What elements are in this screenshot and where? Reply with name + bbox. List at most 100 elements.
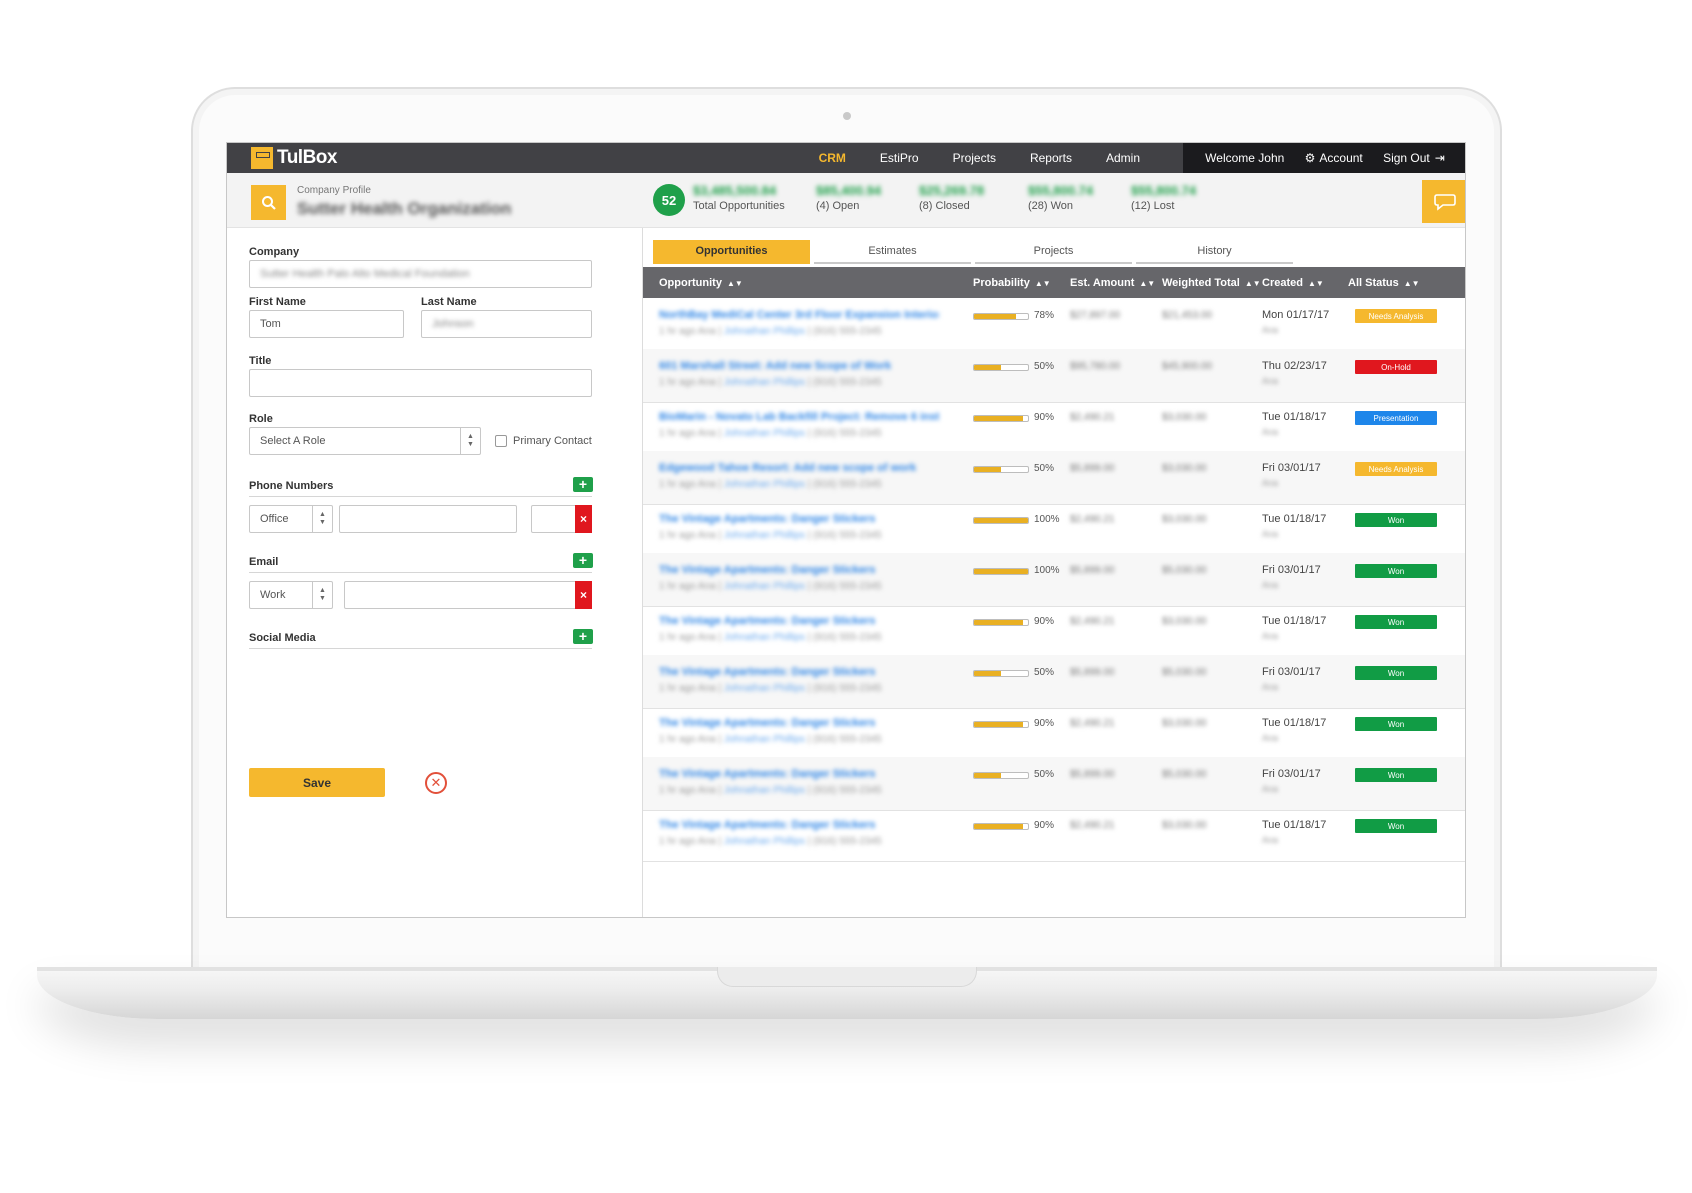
col-created[interactable]: Created ▲▼: [1262, 277, 1324, 289]
status-badge[interactable]: Won: [1355, 819, 1437, 833]
opportunity-title-link[interactable]: NorthBay MediCal Center 3rd Floor Expans…: [659, 309, 939, 321]
est-amount: $2,490.21: [1070, 616, 1115, 627]
meta-contact-link[interactable]: Johnathan Phillips: [724, 326, 805, 337]
table-row[interactable]: The Vintage Apartments: Danger Stickers …: [643, 502, 1465, 556]
chat-icon: [1433, 193, 1456, 211]
app-logo[interactable]: TulBox: [251, 147, 337, 169]
account-link[interactable]: ⚙ Account: [1305, 151, 1363, 165]
table-row[interactable]: NorthBay MediCal Center 3rd Floor Expans…: [643, 298, 1465, 352]
opportunity-title-link[interactable]: The Vintage Apartments: Danger Stickers: [659, 513, 875, 525]
first-name-field[interactable]: Tom: [249, 310, 404, 338]
nav-reports[interactable]: Reports: [1013, 143, 1089, 173]
stat-won[interactable]: $55,800.74 (28) Won: [1028, 183, 1093, 212]
stat-amount: $55,800.74: [1028, 183, 1094, 198]
stat-total[interactable]: $3,485,500.84 Total Opportunities: [693, 183, 785, 212]
table-row[interactable]: The Vintage Apartments: Danger Stickers …: [643, 757, 1465, 811]
add-social-button[interactable]: +: [573, 629, 593, 644]
table-row[interactable]: BioMarin - Novato Lab Backfill Project: …: [643, 400, 1465, 454]
table-row[interactable]: Edgewood Tahoe Resort: Add new scope of …: [643, 451, 1465, 505]
opportunity-title-link[interactable]: The Vintage Apartments: Danger Stickers: [659, 768, 875, 780]
weighted-total: $3,030.00: [1162, 463, 1207, 474]
col-est-amount[interactable]: Est. Amount ▲▼: [1070, 277, 1155, 289]
nav-admin[interactable]: Admin: [1089, 143, 1157, 173]
title-field[interactable]: [249, 369, 592, 397]
sort-icon: ▲▼: [1307, 278, 1324, 288]
logo-text: TulBox: [277, 147, 337, 168]
phone-type-select[interactable]: Office ▲ ▼: [249, 505, 333, 533]
last-name-value: Johnson: [432, 318, 474, 330]
primary-contact-checkbox[interactable]: [495, 435, 507, 447]
meta-contact-link[interactable]: Johnathan Phillips: [724, 377, 805, 388]
tab-estimates[interactable]: Estimates: [814, 240, 971, 264]
last-name-field[interactable]: Johnson: [421, 310, 592, 338]
nav-estipro[interactable]: EstiPro: [863, 143, 936, 173]
first-name-value: Tom: [260, 318, 281, 330]
role-select[interactable]: Select A Role ▲ ▼: [249, 427, 481, 455]
status-badge[interactable]: Needs Analysis: [1355, 309, 1437, 323]
meta-contact-link[interactable]: Johnathan Phillips: [724, 836, 805, 847]
opportunity-title-link[interactable]: The Vintage Apartments: Danger Stickers: [659, 564, 875, 576]
nav-projects[interactable]: Projects: [936, 143, 1013, 173]
select-arrows-icon: ▲ ▼: [312, 506, 332, 532]
probability-fill: [974, 671, 1001, 676]
tab-opportunities[interactable]: Opportunities: [653, 240, 810, 264]
table-row[interactable]: 601 Marshall Street: Add new Scope of Wo…: [643, 349, 1465, 403]
table-row[interactable]: The Vintage Apartments: Danger Stickers …: [643, 604, 1465, 658]
tab-projects[interactable]: Projects: [975, 240, 1132, 264]
select-arrows-icon: ▲ ▼: [460, 428, 480, 454]
status-badge[interactable]: Won: [1355, 564, 1437, 578]
opportunity-title-link[interactable]: The Vintage Apartments: Danger Stickers: [659, 615, 875, 627]
tab-history[interactable]: History: [1136, 240, 1293, 264]
status-badge[interactable]: Won: [1355, 615, 1437, 629]
stat-open[interactable]: $85,400.94 (4) Open: [816, 183, 881, 212]
table-row[interactable]: The Vintage Apartments: Danger Stickers …: [643, 808, 1465, 862]
col-weighted-total[interactable]: Weighted Total ▲▼: [1162, 277, 1261, 289]
chat-button[interactable]: [1422, 180, 1465, 223]
meta-contact-link[interactable]: Johnathan Phillips: [724, 683, 805, 694]
nav-crm[interactable]: CRM: [802, 143, 863, 173]
email-input[interactable]: [344, 581, 592, 609]
probability-value: 90%: [1034, 718, 1055, 729]
table-row[interactable]: The Vintage Apartments: Danger Stickers …: [643, 706, 1465, 760]
status-badge[interactable]: Presentation: [1355, 411, 1437, 425]
meta-contact-link[interactable]: Johnathan Phillips: [724, 632, 805, 643]
remove-phone-button[interactable]: ×: [575, 505, 592, 533]
stat-closed[interactable]: $25,269.78 (8) Closed: [919, 183, 984, 212]
company-field[interactable]: Sutter Health Palo Alto Medical Foundati…: [249, 260, 592, 288]
meta-contact-link[interactable]: Johnathan Phillips: [724, 479, 805, 490]
opportunity-title-link[interactable]: The Vintage Apartments: Danger Stickers: [659, 666, 875, 678]
status-badge[interactable]: Won: [1355, 768, 1437, 782]
table-row[interactable]: The Vintage Apartments: Danger Stickers …: [643, 655, 1465, 709]
sign-out-link[interactable]: Sign Out ⇥: [1383, 151, 1445, 165]
cancel-icon[interactable]: ✕: [425, 772, 447, 794]
opportunity-title-link[interactable]: Edgewood Tahoe Resort: Add new scope of …: [659, 462, 916, 474]
col-status[interactable]: All Status ▲▼: [1348, 277, 1420, 289]
email-type-select[interactable]: Work ▲ ▼: [249, 581, 333, 609]
opportunity-title-link[interactable]: 601 Marshall Street: Add new Scope of Wo…: [659, 360, 891, 372]
search-button[interactable]: [251, 185, 286, 220]
add-email-button[interactable]: +: [573, 553, 593, 568]
meta-contact-link[interactable]: Johnathan Phillips: [724, 734, 805, 745]
status-badge[interactable]: Won: [1355, 717, 1437, 731]
meta-contact-link[interactable]: Johnathan Phillips: [724, 428, 805, 439]
col-opportunity[interactable]: Opportunity ▲▼: [659, 277, 743, 289]
status-badge[interactable]: Won: [1355, 513, 1437, 527]
status-badge[interactable]: Won: [1355, 666, 1437, 680]
opportunity-title-link[interactable]: BioMarin - Novato Lab Backfill Project: …: [659, 411, 939, 423]
save-button[interactable]: Save: [249, 768, 385, 797]
probability-fill: [974, 416, 1023, 421]
col-probability[interactable]: Probability ▲▼: [973, 277, 1051, 289]
opportunity-title-link[interactable]: The Vintage Apartments: Danger Stickers: [659, 819, 875, 831]
remove-email-button[interactable]: ×: [575, 581, 592, 609]
meta-contact-link[interactable]: Johnathan Phillips: [724, 785, 805, 796]
stat-lost[interactable]: $55,800.74 (12) Lost: [1131, 183, 1196, 212]
status-badge[interactable]: Needs Analysis: [1355, 462, 1437, 476]
phone-number-input[interactable]: [339, 505, 517, 533]
meta-contact-link[interactable]: Johnathan Phillips: [724, 581, 805, 592]
meta-contact-link[interactable]: Johnathan Phillips: [724, 530, 805, 541]
add-phone-button[interactable]: +: [573, 477, 593, 492]
status-badge[interactable]: On-Hold: [1355, 360, 1437, 374]
email-label: Email: [249, 556, 279, 568]
table-row[interactable]: The Vintage Apartments: Danger Stickers …: [643, 553, 1465, 607]
opportunity-title-link[interactable]: The Vintage Apartments: Danger Stickers: [659, 717, 875, 729]
